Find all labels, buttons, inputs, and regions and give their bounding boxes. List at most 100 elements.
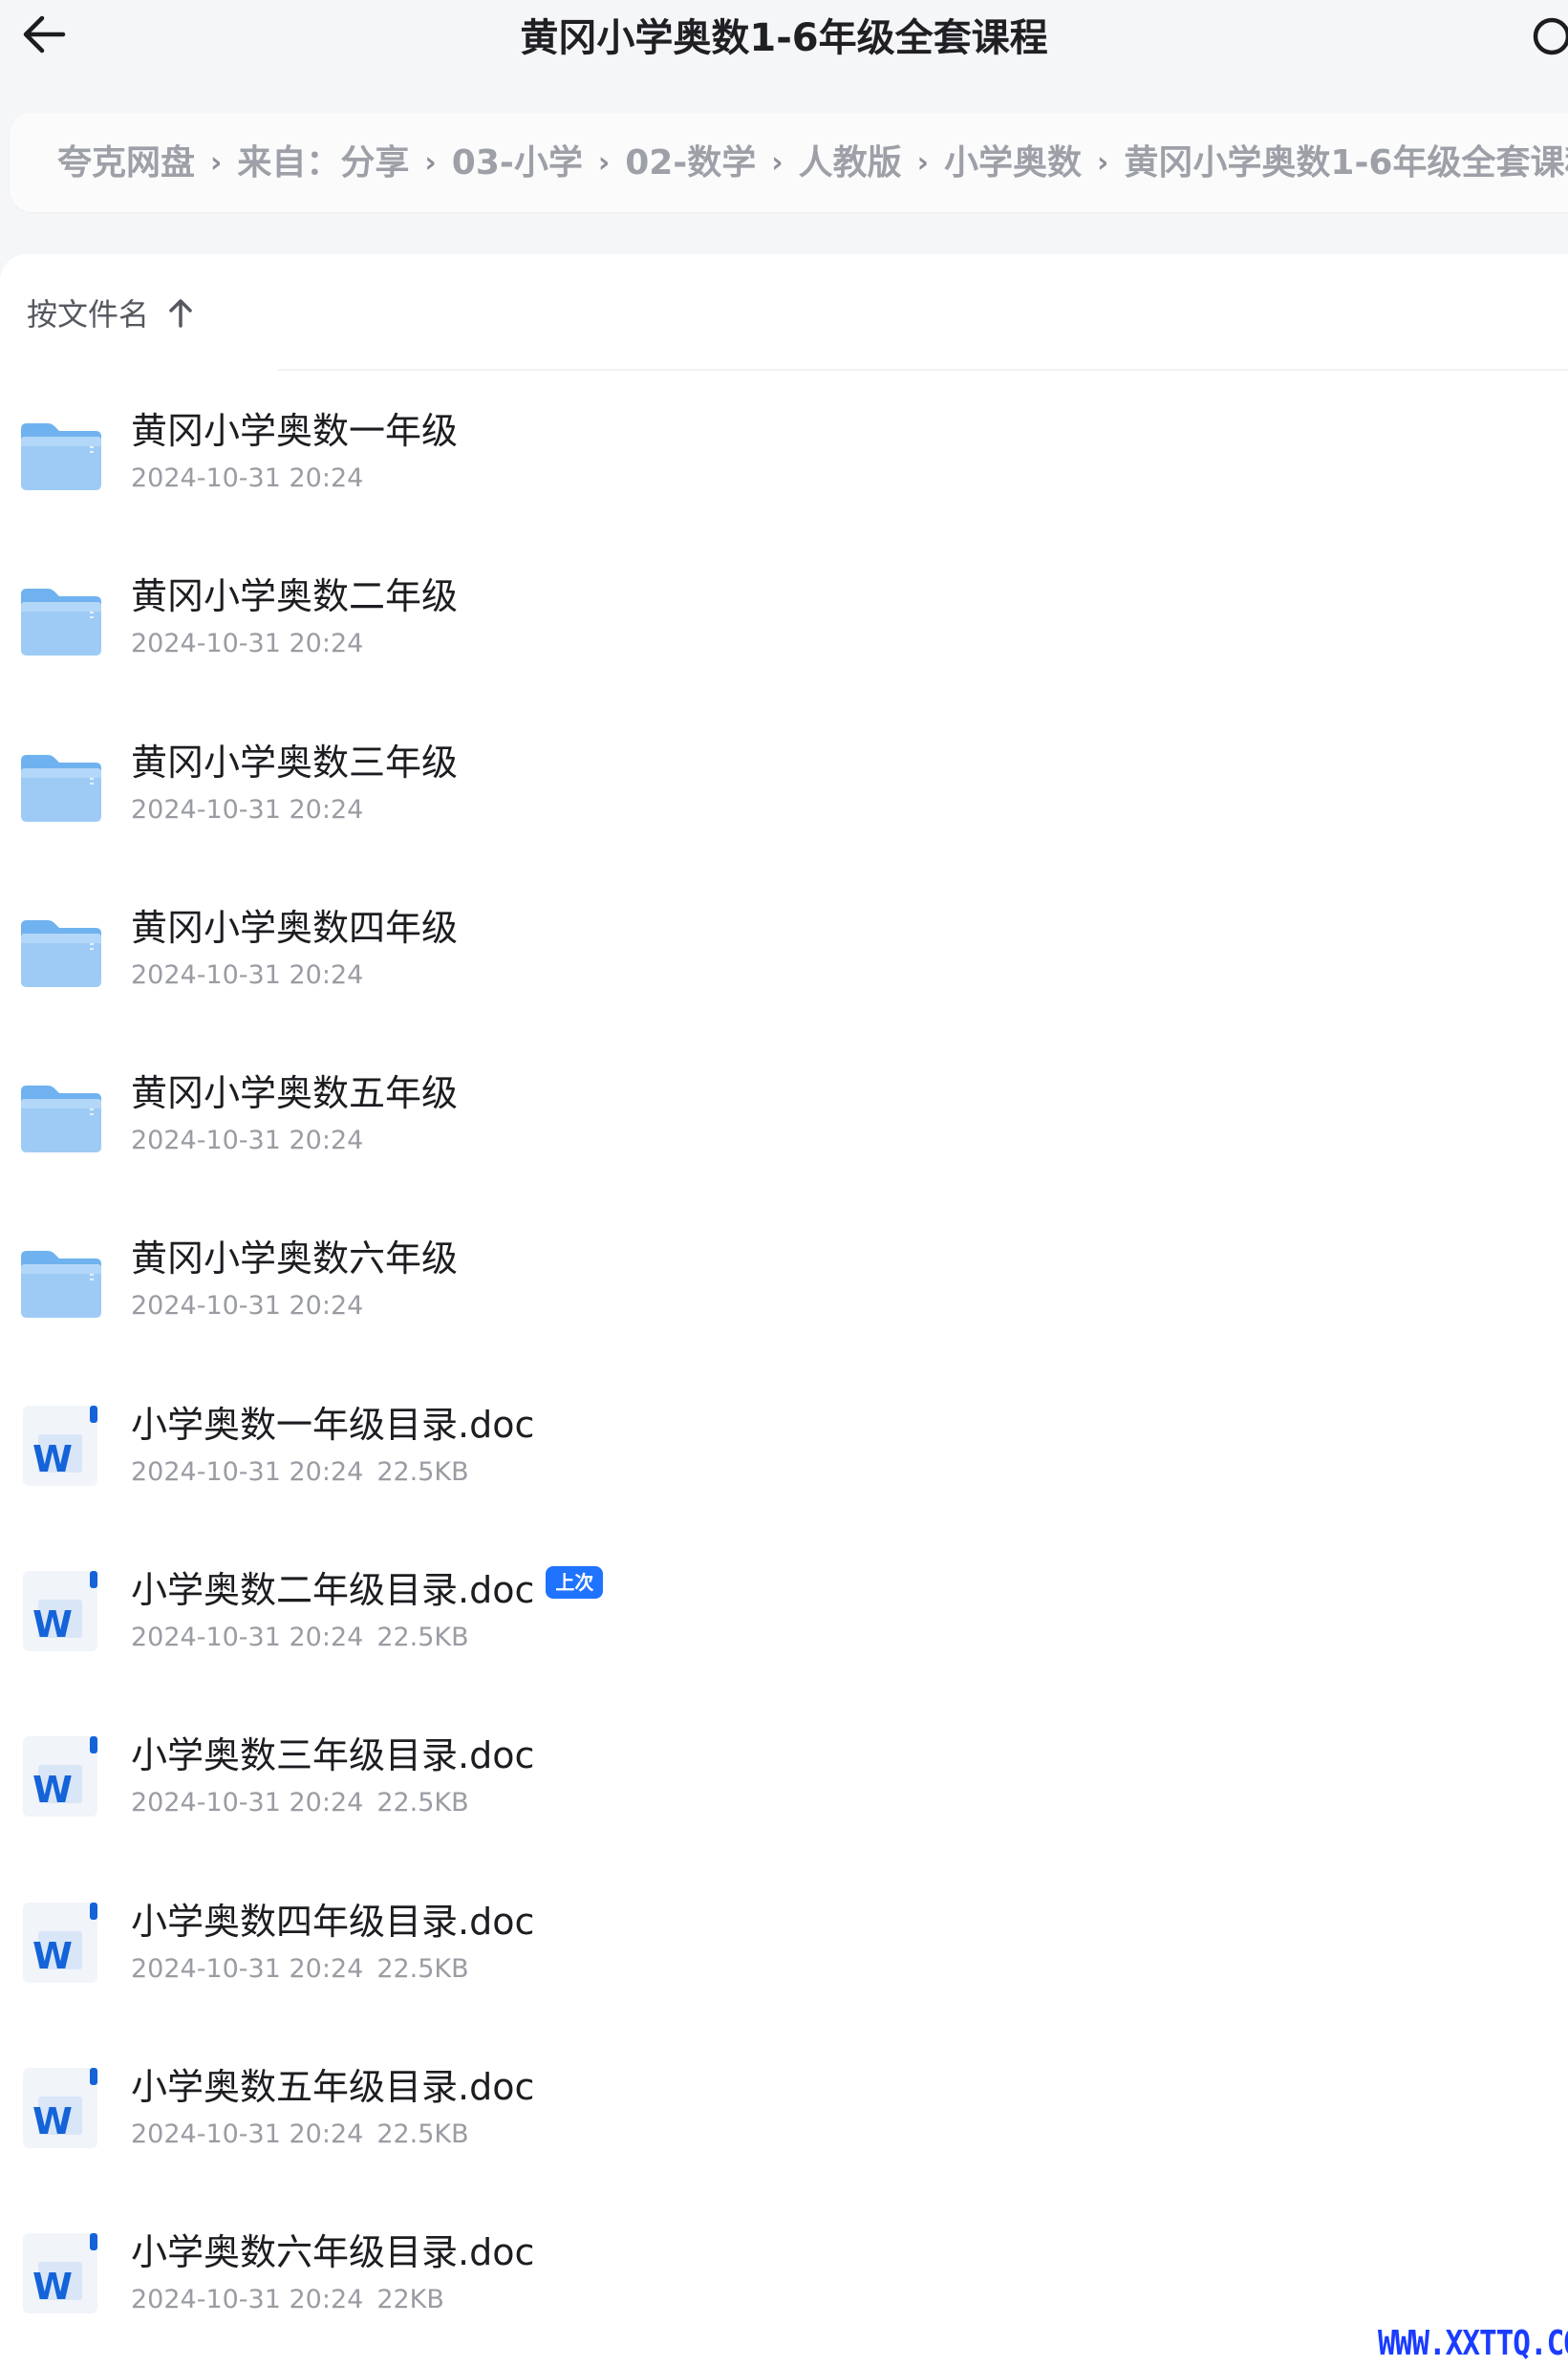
file-name: 小学奥数五年级目录.doc bbox=[131, 2062, 534, 2112]
svg-text:W: W bbox=[32, 1769, 73, 1811]
file-name-text: 小学奥数五年级目录.doc bbox=[131, 2065, 535, 2108]
search-button[interactable] bbox=[1527, 13, 1568, 59]
word-doc-icon: W bbox=[17, 2229, 105, 2317]
chevron-right-icon: › bbox=[771, 146, 784, 180]
breadcrumb-bar: 夸克网盘 › 来自：分享 › 03-小学 › 02-数学 › 人教版 › 小学奥数 › 黄冈小学奥数1-… bbox=[10, 113, 1568, 212]
file-list: 黄冈小学奥数一年级 2024-10-31 20:24 黄冈小学奥数二年级 2024-… bbox=[0, 372, 1568, 2359]
file-name-text: 黄冈小学奥数三年级 bbox=[131, 741, 459, 784]
chevron-right-icon: › bbox=[210, 146, 223, 180]
file-name-text: 黄冈小学奥数一年级 bbox=[131, 410, 459, 452]
file-name-text: 黄冈小学奥数二年级 bbox=[131, 575, 459, 618]
file-name-text: 黄冈小学奥数六年级 bbox=[131, 1237, 459, 1280]
file-name: 黄冈小学奥数一年级 bbox=[131, 406, 458, 456]
file-name: 小学奥数三年级目录.doc bbox=[131, 1731, 534, 1780]
breadcrumb-item-root[interactable]: 夸克网盘 bbox=[57, 140, 195, 187]
file-date: 2024-10-31 20:24 bbox=[131, 794, 364, 825]
breadcrumb: 夸克网盘 › 来自：分享 › 03-小学 › 02-数学 › 人教版 › 小学奥数 › 黄冈小学奥数1-… bbox=[57, 140, 1568, 189]
file-date: 2024-10-31 20:24 bbox=[131, 1456, 364, 1487]
chevron-right-icon: › bbox=[916, 146, 930, 180]
page-title: 黄冈小学奥数1-6年级全套课程 bbox=[520, 16, 1048, 60]
breadcrumb-item-current: 黄冈小学奥数1-6年级全套课程 bbox=[1124, 143, 1568, 183]
file-name: 黄冈小学奥数四年级 bbox=[131, 903, 458, 953]
file-date: 2024-10-31 20:24 bbox=[131, 959, 364, 990]
file-size: 22.5KB bbox=[376, 2119, 469, 2149]
chevron-right-icon: › bbox=[1097, 146, 1109, 180]
file-date: 2024-10-31 20:24 bbox=[131, 629, 364, 659]
file-name: 黄冈小学奥数三年级 bbox=[131, 738, 458, 787]
file-name: 小学奥数一年级目录.doc bbox=[131, 1400, 534, 1450]
file-meta: 2024-10-31 20:24 22.5KB bbox=[131, 2116, 469, 2154]
folder-icon bbox=[17, 1070, 105, 1158]
svg-text:W: W bbox=[32, 2100, 73, 2142]
file-date: 2024-10-31 20:24 bbox=[131, 2285, 364, 2315]
file-size: 22.5KB bbox=[376, 1623, 469, 1653]
file-meta: 2024-10-31 20:24 bbox=[131, 957, 363, 995]
folder-icon bbox=[17, 740, 105, 828]
folder-icon bbox=[17, 573, 105, 661]
file-name: 小学奥数二年级目录.doc 上次 bbox=[131, 1565, 604, 1615]
file-name-text: 小学奥数一年级目录.doc bbox=[131, 1403, 535, 1446]
breadcrumb-item-olympiad[interactable]: 小学奥数 bbox=[944, 140, 1082, 187]
file-panel: 按文件名 黄冈小学奥数一年级 2024-10-31 20:24 黄冈小学奥数二年级… bbox=[0, 254, 1568, 2366]
file-row[interactable]: W 小学奥数二年级目录.doc 上次 2024-10-31 20:24 22.5KB bbox=[0, 1531, 1568, 1696]
file-size: 22.5KB bbox=[376, 1788, 469, 1818]
top-bar: 黄冈小学奥数1-6年级全套课程 bbox=[0, 0, 1568, 105]
svg-text:W: W bbox=[32, 2266, 73, 2308]
file-meta: 2024-10-31 20:24 22.5KB bbox=[131, 1950, 469, 1989]
file-date: 2024-10-31 20:24 bbox=[131, 2119, 364, 2149]
file-date: 2024-10-31 20:24 bbox=[131, 1126, 364, 1156]
folder-row[interactable]: 黄冈小学奥数六年级 2024-10-31 20:24 bbox=[0, 1199, 1568, 1365]
file-name-text: 黄冈小学奥数四年级 bbox=[131, 906, 459, 949]
file-name: 黄冈小学奥数五年级 bbox=[131, 1068, 458, 1118]
file-name-text: 小学奥数四年级目录.doc bbox=[131, 1900, 535, 1943]
file-row[interactable]: W 小学奥数五年级目录.doc 2024-10-31 20:24 22.5KB bbox=[0, 2028, 1568, 2193]
file-name-text: 小学奥数六年级目录.doc bbox=[131, 2231, 535, 2274]
folder-row[interactable]: 黄冈小学奥数一年级 2024-10-31 20:24 bbox=[0, 372, 1568, 537]
breadcrumb-item-share[interactable]: 来自：分享 bbox=[237, 140, 409, 187]
file-meta: 2024-10-31 20:24 bbox=[131, 791, 363, 829]
file-meta: 2024-10-31 20:24 bbox=[131, 460, 363, 498]
folder-row[interactable]: 黄冈小学奥数三年级 2024-10-31 20:24 bbox=[0, 703, 1568, 869]
file-date: 2024-10-31 20:24 bbox=[131, 1788, 364, 1818]
file-meta: 2024-10-31 20:24 bbox=[131, 1122, 363, 1160]
file-date: 2024-10-31 20:24 bbox=[131, 1291, 364, 1322]
sort-button[interactable]: 按文件名 bbox=[27, 289, 195, 336]
file-row[interactable]: W 小学奥数六年级目录.doc 2024-10-31 20:24 22KB bbox=[0, 2193, 1568, 2358]
file-row[interactable]: W 小学奥数三年级目录.doc 2024-10-31 20:24 22.5KB bbox=[0, 1696, 1568, 1861]
file-size: 22.5KB bbox=[376, 1456, 469, 1487]
file-date: 2024-10-31 20:24 bbox=[131, 463, 364, 493]
file-row[interactable]: W 小学奥数一年级目录.doc 2024-10-31 20:24 22.5KB bbox=[0, 1366, 1568, 1531]
breadcrumb-item-primary[interactable]: 03-小学 bbox=[452, 140, 583, 187]
folder-row[interactable]: 黄冈小学奥数五年级 2024-10-31 20:24 bbox=[0, 1034, 1568, 1199]
breadcrumb-item-edition[interactable]: 人教版 bbox=[799, 140, 902, 187]
file-date: 2024-10-31 20:24 bbox=[131, 1953, 364, 1984]
file-name: 黄冈小学奥数六年级 bbox=[131, 1234, 458, 1283]
chevron-right-icon: › bbox=[597, 146, 611, 180]
chevron-right-icon: › bbox=[424, 146, 437, 180]
word-doc-icon: W bbox=[17, 1567, 105, 1655]
arrow-up-icon bbox=[166, 296, 195, 329]
word-doc-icon: W bbox=[17, 1899, 105, 1987]
svg-text:W: W bbox=[32, 1603, 73, 1645]
file-meta: 2024-10-31 20:24 bbox=[131, 625, 363, 663]
breadcrumb-item-math[interactable]: 02-数学 bbox=[625, 140, 756, 187]
word-doc-icon: W bbox=[17, 1732, 105, 1820]
word-doc-icon: W bbox=[17, 2064, 105, 2152]
file-meta: 2024-10-31 20:24 22.5KB bbox=[131, 1784, 469, 1822]
search-icon bbox=[1533, 17, 1568, 55]
file-name-text: 小学奥数二年级目录.doc bbox=[131, 1569, 535, 1612]
folder-icon bbox=[17, 905, 105, 993]
svg-text:W: W bbox=[32, 1438, 73, 1480]
folder-row[interactable]: 黄冈小学奥数四年级 2024-10-31 20:24 bbox=[0, 869, 1568, 1034]
last-opened-badge: 上次 bbox=[546, 1566, 604, 1600]
folder-icon bbox=[17, 1236, 105, 1323]
sort-label: 按文件名 bbox=[27, 296, 150, 333]
watermark: WWW.XXTTQ.COM bbox=[1378, 2324, 1568, 2364]
divider bbox=[277, 369, 1568, 371]
file-name: 小学奥数六年级目录.doc bbox=[131, 2227, 534, 2277]
file-size: 22KB bbox=[376, 2285, 444, 2315]
file-size: 22.5KB bbox=[376, 1953, 469, 1984]
word-doc-icon: W bbox=[17, 1402, 105, 1490]
file-row[interactable]: W 小学奥数四年级目录.doc 2024-10-31 20:24 22.5KB bbox=[0, 1862, 1568, 2028]
folder-row[interactable]: 黄冈小学奥数二年级 2024-10-31 20:24 bbox=[0, 537, 1568, 702]
